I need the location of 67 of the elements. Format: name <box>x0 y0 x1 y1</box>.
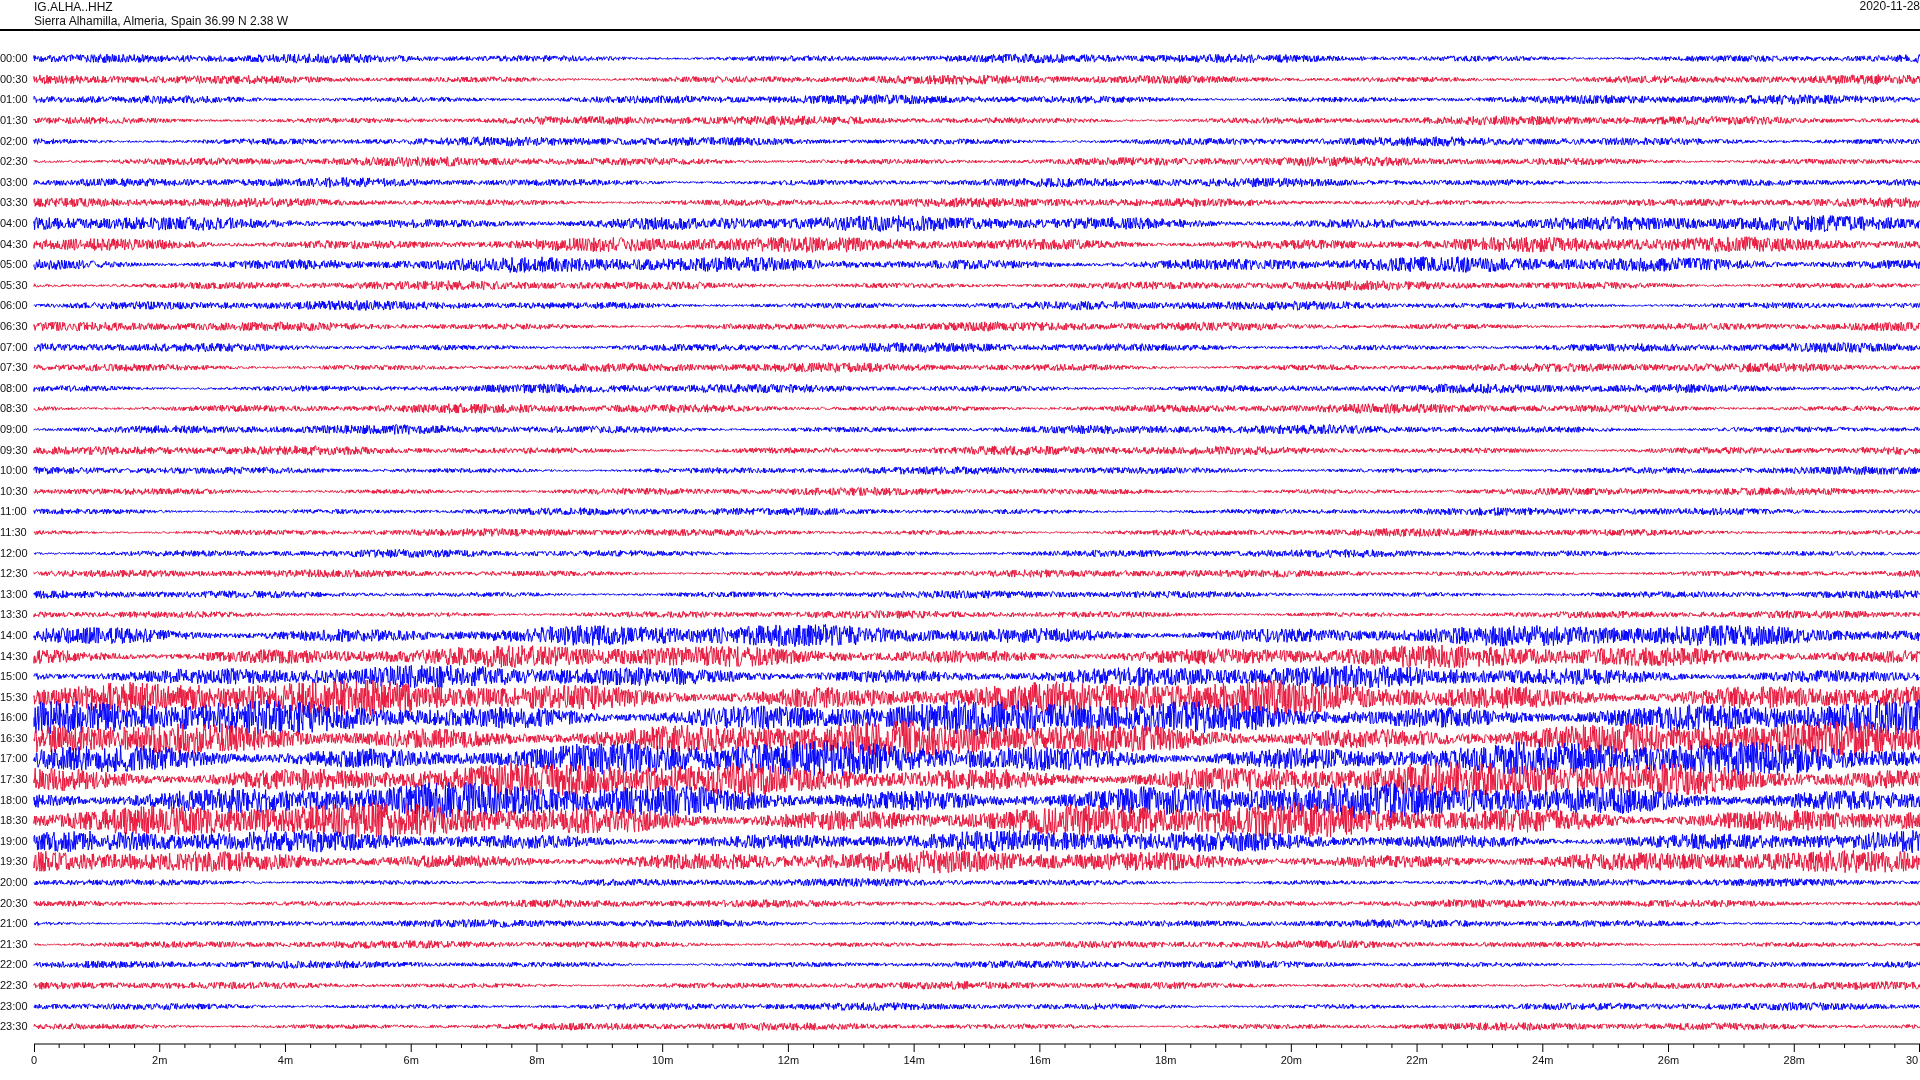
axis-tick-label: 22m <box>1406 1053 1428 1066</box>
time-label: 20:30 <box>0 896 29 909</box>
axis-tick-label: 10m <box>651 1053 674 1066</box>
time-label: 13:00 <box>0 587 29 600</box>
time-label: 13:30 <box>0 608 29 621</box>
time-label: 17:30 <box>0 773 29 786</box>
time-label: 20:00 <box>0 876 29 889</box>
time-label: 03:30 <box>0 196 29 209</box>
time-label: 21:30 <box>0 937 29 950</box>
time-label: 02:00 <box>0 134 29 147</box>
time-label: 14:30 <box>0 649 29 662</box>
time-label: 15:00 <box>0 670 29 683</box>
time-label: 02:30 <box>0 155 29 168</box>
axis-tick-label: 20m <box>1280 1053 1303 1066</box>
axis-tick-label: 8m <box>529 1053 545 1066</box>
time-label: 12:30 <box>0 567 29 580</box>
time-label: 01:30 <box>0 114 29 127</box>
axis-tick-label: 6m <box>403 1053 419 1066</box>
axis-tick-label: 30 <box>1905 1053 1919 1066</box>
time-label: 04:00 <box>0 217 29 230</box>
axis-tick-label: 18m <box>1154 1053 1177 1066</box>
time-label: 00:30 <box>0 72 29 85</box>
time-label: 11:30 <box>0 525 28 538</box>
time-label: 23:30 <box>0 1020 29 1033</box>
axis-tick-label: 24m <box>1532 1053 1554 1066</box>
record-date: 2020-11-28 <box>1859 0 1920 15</box>
time-label: 06:00 <box>0 299 29 312</box>
time-label: 19:30 <box>0 855 29 868</box>
time-label: 04:30 <box>0 237 29 250</box>
axis-tick-label: 14m <box>903 1053 925 1066</box>
time-label: 03:00 <box>0 175 29 188</box>
time-label: 09:30 <box>0 443 29 456</box>
time-label: 19:00 <box>0 834 29 847</box>
axis-tick-label: 26m <box>1657 1053 1680 1066</box>
time-label: 05:00 <box>0 258 29 271</box>
time-label: 22:00 <box>0 958 29 971</box>
time-label: 14:00 <box>0 628 29 641</box>
time-label: 18:00 <box>0 793 29 806</box>
station-code: IG.ALHA..HHZ <box>34 0 114 14</box>
time-label: 22:30 <box>0 979 29 991</box>
time-label: 21:00 <box>0 917 29 930</box>
time-label: 16:30 <box>0 731 29 744</box>
station-location: Sierra Alhamilla, Almeria, Spain 36.99 N 2.38 W <box>34 14 289 28</box>
axis-tick-label: 28m <box>1783 1053 1805 1066</box>
time-label: 08:30 <box>0 402 29 415</box>
time-label: 10:00 <box>0 464 29 477</box>
time-label: 18:30 <box>0 814 29 827</box>
time-label: 08:00 <box>0 381 29 394</box>
axis-tick-label: 4m <box>277 1053 294 1066</box>
axis-tick-label: 2m <box>152 1053 168 1066</box>
axis-tick-label: 16m <box>1029 1053 1051 1066</box>
time-label: 00:00 <box>0 52 29 65</box>
axis-tick-label: 0 <box>30 1053 38 1066</box>
time-label: 06:30 <box>0 320 29 332</box>
axis-tick-label: 12m <box>777 1053 800 1066</box>
time-label: 16:00 <box>0 711 29 724</box>
time-label: 23:00 <box>0 999 29 1012</box>
time-label: 17:00 <box>0 752 29 765</box>
time-label: 11:00 <box>0 505 28 518</box>
time-label: 09:00 <box>0 423 29 435</box>
time-label: 01:00 <box>0 93 29 106</box>
time-label: 15:30 <box>0 690 29 703</box>
time-label: 05:30 <box>0 278 29 291</box>
time-label: 12:00 <box>0 546 29 559</box>
time-label: 10:30 <box>0 484 29 497</box>
time-label: 07:00 <box>0 340 29 353</box>
time-label: 07:30 <box>0 361 29 374</box>
